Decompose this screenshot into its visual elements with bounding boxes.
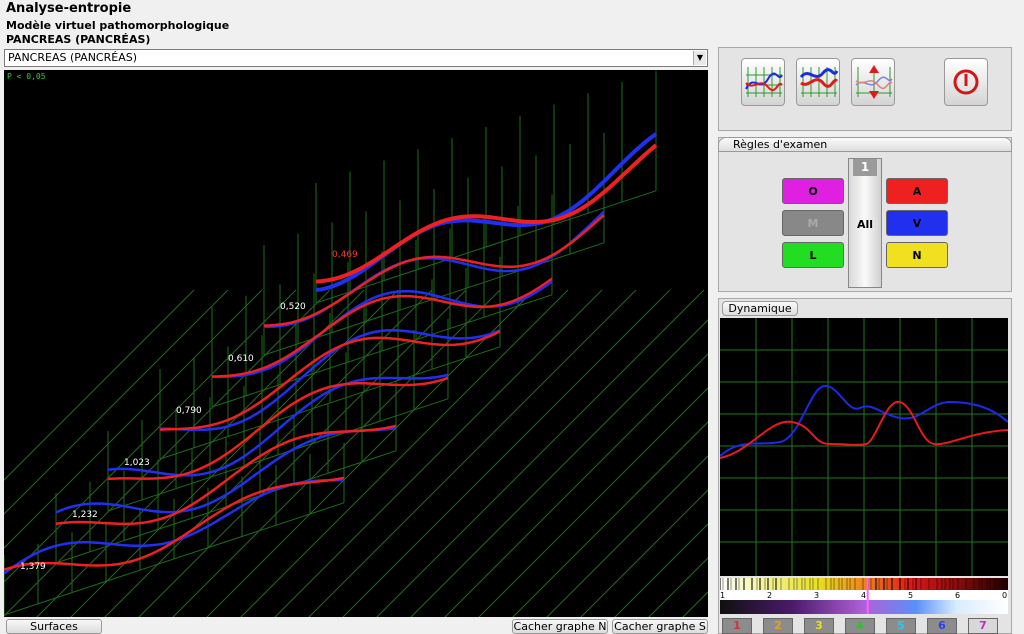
rule-button-o[interactable]: O bbox=[782, 178, 844, 204]
dynamics-button-7[interactable]: 7 bbox=[968, 618, 998, 634]
graph-3d-value-label: 1,379 bbox=[20, 562, 46, 572]
dynamics-chart-svg bbox=[719, 318, 1009, 576]
graph-view-3-button[interactable] bbox=[851, 58, 895, 106]
organ-select-value: PANCREAS (PANCRÉAS) bbox=[8, 51, 138, 64]
graph-3d-grid bbox=[4, 70, 708, 617]
entropy-scale-label: 0 bbox=[1002, 591, 1007, 600]
rule-button-v[interactable]: V bbox=[886, 210, 948, 236]
model-title: Modèle virtuel pathomorphologique bbox=[6, 19, 230, 32]
app-title: Analyse-entropie bbox=[6, 1, 132, 16]
rule-button-n[interactable]: N bbox=[886, 242, 948, 268]
dynamics-button-6[interactable]: 6 bbox=[927, 618, 957, 634]
power-button[interactable] bbox=[944, 58, 988, 106]
dynamics-tab[interactable]: Dynamique bbox=[722, 301, 798, 316]
rule-button-l[interactable]: L bbox=[782, 242, 844, 268]
chevron-down-icon[interactable]: ▼ bbox=[693, 51, 706, 65]
hide-graph-n-button[interactable]: Cacher graphe N bbox=[512, 619, 608, 634]
dynamics-button-4[interactable]: 4 bbox=[845, 618, 875, 634]
toolbar bbox=[718, 47, 1012, 131]
all-button-label: All bbox=[856, 218, 874, 231]
power-icon bbox=[953, 69, 979, 95]
rules-counter: 1 bbox=[853, 159, 877, 176]
organ-title: PANCREAS (PANCRÉAS) bbox=[6, 33, 151, 46]
entropy-scale-label: 2 bbox=[767, 591, 772, 600]
graph-3d-value-label: 1,232 bbox=[72, 510, 98, 520]
entropy-scale-label: 5 bbox=[908, 591, 913, 600]
graph-3d-value-label: 0,469 bbox=[332, 250, 358, 260]
dynamics-button-5[interactable]: 5 bbox=[886, 618, 916, 634]
graph-3d-value-label: 0,790 bbox=[176, 406, 202, 416]
graph-3d-value-label: 0,610 bbox=[228, 354, 254, 364]
dynamics-button-2[interactable]: 2 bbox=[763, 618, 793, 634]
surfaces-button[interactable]: Surfaces bbox=[6, 619, 102, 634]
graph-3d-value-label: 0,520 bbox=[280, 302, 306, 312]
graph-3d-svg: 1,379 1,232 1,023 0,790 0,610 0,520 0,469 bbox=[4, 70, 708, 617]
entropy-scale-label: 6 bbox=[955, 591, 960, 600]
organ-select[interactable]: PANCREAS (PANCRÉAS) ▼ bbox=[4, 49, 708, 67]
dynamics-button-3[interactable]: 3 bbox=[804, 618, 834, 634]
dynamics-button-1[interactable]: 1 bbox=[722, 618, 752, 634]
dynamics-chart bbox=[719, 318, 1009, 576]
p-value-label: P < 0,05 bbox=[7, 72, 46, 81]
rule-button-a[interactable]: A bbox=[886, 178, 948, 204]
chart-bold-lines-icon bbox=[799, 67, 839, 97]
graph-view-2-button[interactable] bbox=[796, 58, 840, 106]
entropy-scale-label: 4 bbox=[861, 591, 866, 600]
entropy-scale-label: 3 bbox=[814, 591, 819, 600]
chart-lines-icon bbox=[745, 67, 783, 97]
entropy-scale: 1 2 3 4 5 6 0 bbox=[719, 578, 1008, 614]
chart-arrows-icon bbox=[855, 65, 893, 99]
entropy-scale-svg: 1 2 3 4 5 6 0 bbox=[719, 578, 1008, 614]
graph-3d[interactable]: 1,379 1,232 1,023 0,790 0,610 0,520 0,469 P < … bbox=[4, 70, 708, 617]
entropy-scale-label: 1 bbox=[720, 591, 725, 600]
rule-button-m: M bbox=[782, 210, 844, 236]
graph-3d-value-label: 1,023 bbox=[124, 458, 150, 468]
rules-panel-title: Règles d'examen bbox=[718, 137, 1012, 152]
dynamics-grid bbox=[720, 318, 1008, 576]
graph-view-1-button[interactable] bbox=[741, 58, 785, 106]
hide-graph-s-button[interactable]: Cacher graphe S bbox=[612, 619, 708, 634]
